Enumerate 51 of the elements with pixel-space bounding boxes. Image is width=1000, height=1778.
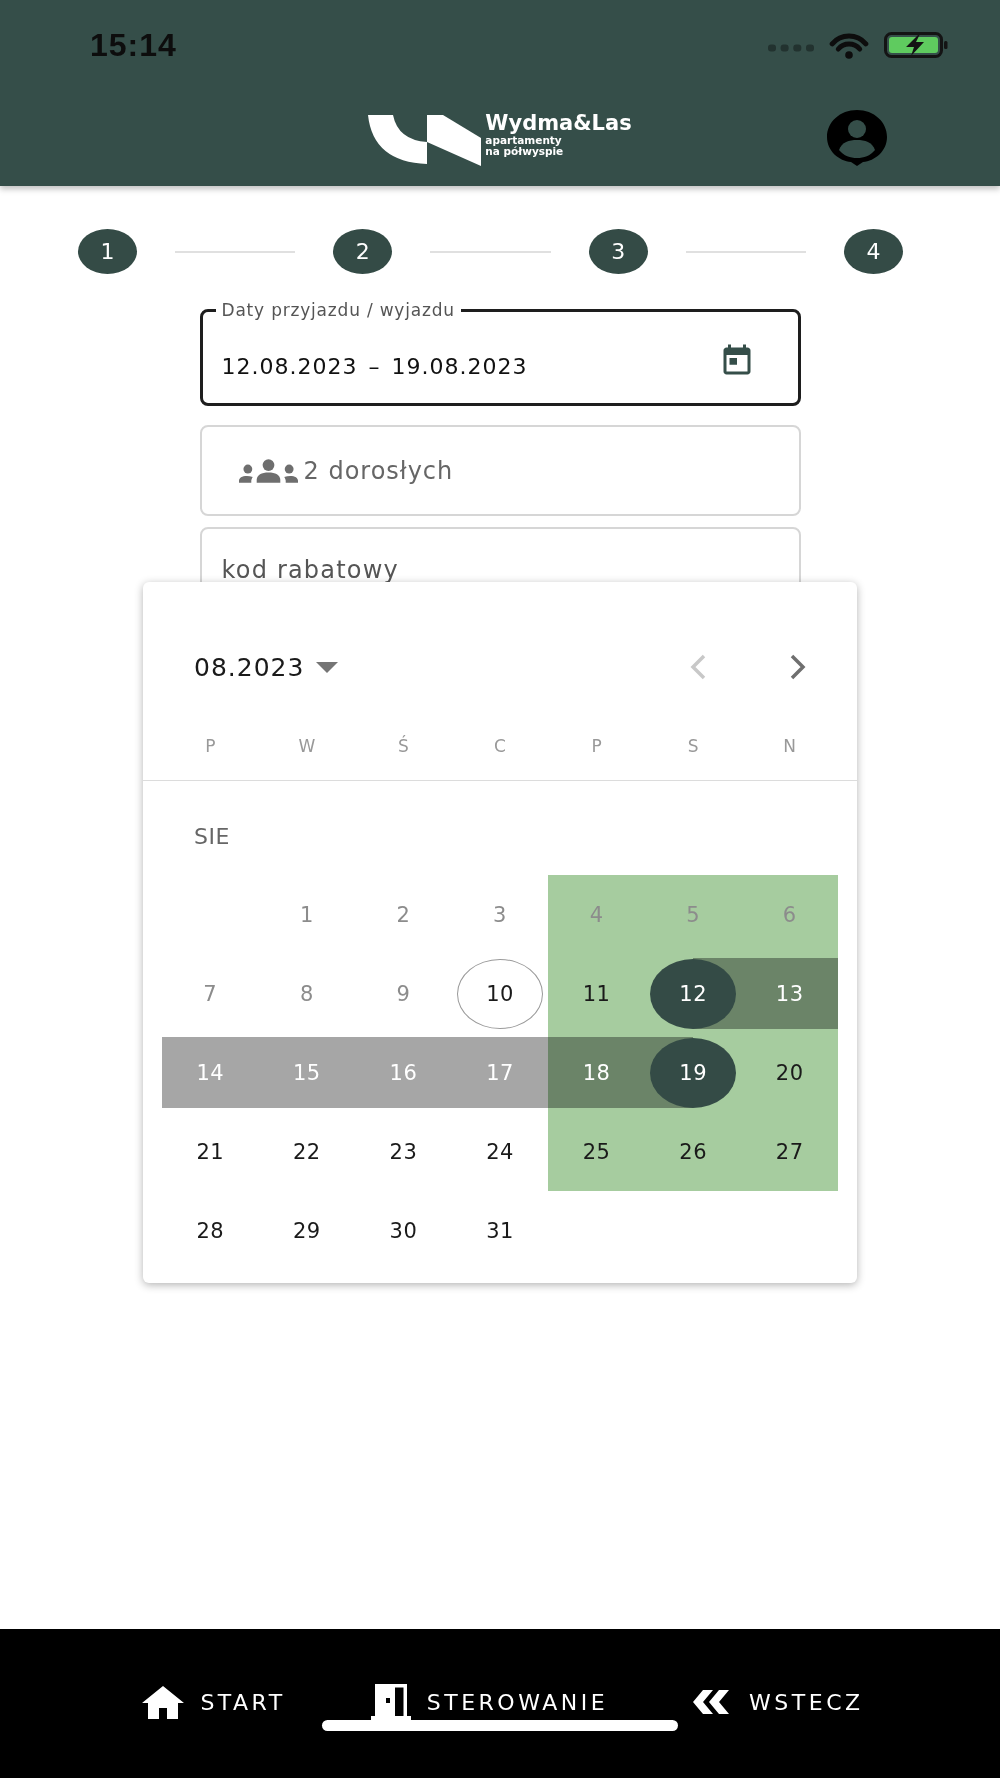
people-icon [238, 458, 298, 483]
double-chevron-left-icon [693, 1690, 730, 1714]
weekday-label: W [297, 735, 317, 758]
brand-tagline: na półwyspie [485, 146, 564, 157]
chevron-left-icon [690, 654, 706, 680]
status-time: 15:14 [90, 26, 177, 64]
calendar-day[interactable]: 25 [548, 1112, 645, 1191]
step-indicator: 4 [844, 229, 903, 274]
calendar-day[interactable]: 18 [548, 1033, 645, 1112]
wifi-icon [829, 31, 869, 59]
calendar-day[interactable]: 11 [548, 954, 645, 1033]
calendar-day[interactable]: 20 [741, 1033, 838, 1112]
calendar-day[interactable]: 27 [741, 1112, 838, 1191]
brand-tagline: apartamenty [485, 135, 562, 146]
calendar-day[interactable]: 26 [644, 1112, 742, 1191]
month-year-button[interactable]: 08.2023 [194, 652, 339, 682]
month-label: SIE [194, 825, 230, 849]
calendar-day[interactable]: 22 [258, 1112, 356, 1191]
nav-button[interactable]: START [142, 1685, 286, 1719]
field-label: Daty przyjazdu / wyjazdu [220, 300, 456, 320]
calendar-day[interactable]: 24 [451, 1112, 549, 1191]
weekday-label: P [590, 735, 603, 758]
calendar-day[interactable]: 29 [258, 1191, 356, 1270]
home-icon [142, 1685, 185, 1719]
calendar-day[interactable]: 13 [741, 954, 838, 1033]
calendar-day[interactable]: 23 [355, 1112, 452, 1191]
calendar-day[interactable]: 30 [355, 1191, 452, 1270]
calendar-day[interactable]: 28 [162, 1191, 259, 1270]
weekday-label: N [782, 735, 798, 758]
guests-field[interactable]: 2 dorosłych [199, 425, 801, 516]
step-indicator: 3 [588, 229, 648, 274]
battery-charging-icon [884, 32, 948, 58]
calendar-day[interactable]: 21 [162, 1112, 259, 1191]
date-range-field[interactable]: Daty przyjazdu / wyjazdu 12.08.2023 – 19.08.2023 [199, 300, 801, 406]
calendar-day[interactable]: 19 [644, 1033, 742, 1112]
logo-mark-icon [368, 112, 482, 166]
door-icon [370, 1684, 411, 1720]
brand-name: Wydma&Las [485, 112, 632, 135]
weekday-label: C [493, 735, 507, 758]
calendar-day[interactable]: 31 [451, 1191, 549, 1270]
nav-button[interactable]: STEROWANIE [370, 1684, 609, 1720]
weekday-label: S [686, 735, 700, 758]
caret-icon [316, 661, 339, 673]
calendar-day[interactable]: 12 [644, 954, 742, 1033]
nav-button[interactable]: WSTECZ [693, 1689, 864, 1715]
signal-dots-icon [768, 44, 814, 52]
step-indicator: 2 [333, 229, 393, 274]
step-indicator: 1 [78, 229, 137, 274]
weekday-label: P [204, 735, 217, 758]
weekday-label: Ś [397, 734, 410, 758]
chevron-right-icon [790, 654, 806, 680]
